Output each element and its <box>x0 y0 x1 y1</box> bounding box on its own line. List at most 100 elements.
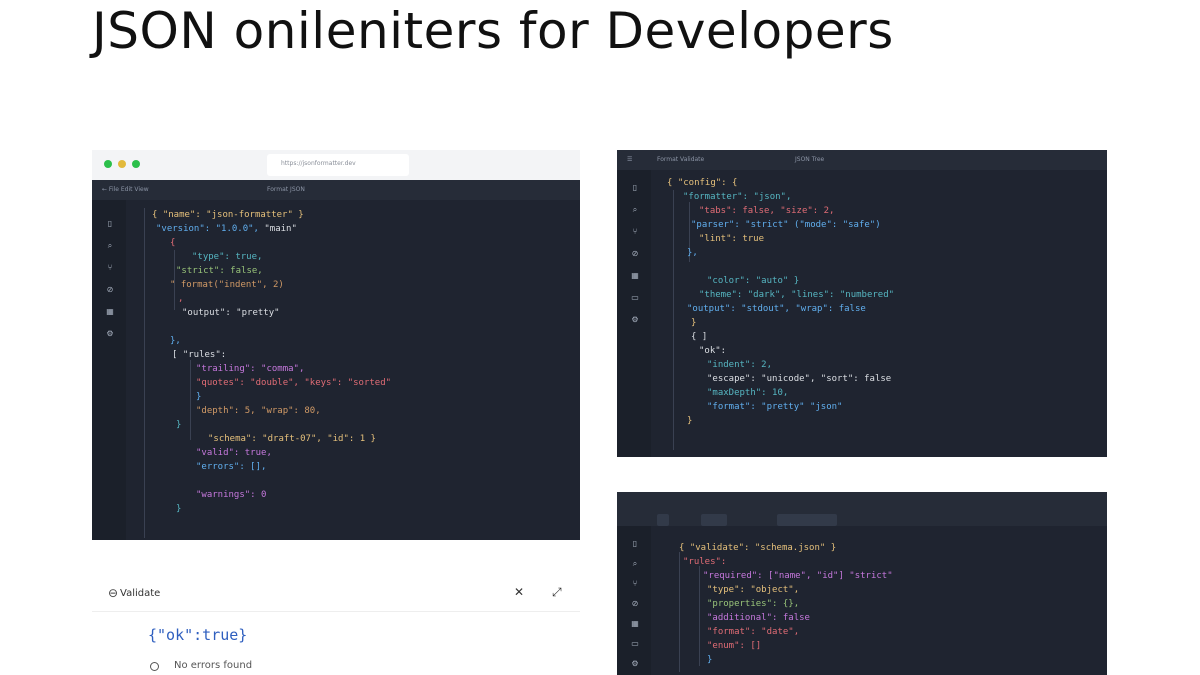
editor-tab[interactable] <box>777 514 837 526</box>
code-token: "warnings": 0 <box>196 490 267 500</box>
code-token: "schema": "draft-07", "id": 1 } <box>208 434 376 444</box>
code-token: "format": "pretty" "json" <box>707 402 843 412</box>
code-line: "quotes": "double", "keys": "sorted" <box>92 376 580 390</box>
toolbar-menu-left[interactable]: Format Validate <box>657 156 704 163</box>
code-line: "lint": true <box>617 232 1107 246</box>
code-token: "color": "auto" } <box>707 276 800 286</box>
code-editor[interactable]: { "validate": "schema.json" } "rules": "re… <box>617 541 1107 667</box>
code-token: , <box>178 294 184 304</box>
code-line: { "config": { <box>617 176 1107 190</box>
code-token: } <box>707 655 713 665</box>
code-line: } <box>617 653 1107 667</box>
code-line: "enum": [] <box>617 639 1107 653</box>
code-line: }, <box>617 246 1107 260</box>
window-minimize-dot[interactable] <box>118 160 126 168</box>
panel-status-text: No errors found <box>174 660 253 671</box>
code-line: "properties": {}, <box>617 597 1107 611</box>
toolbar-menu-right[interactable]: Format JSON <box>267 186 305 193</box>
code-line: "output": "pretty" <box>92 306 580 320</box>
code-line: { "name": "json-formatter" } <box>92 208 580 222</box>
code-token: "tabs": false, "size": 2, <box>699 206 835 216</box>
close-icon[interactable]: ✕ <box>514 585 524 599</box>
code-line: "output": "stdout", "wrap": false <box>617 302 1107 316</box>
editor-window-config: Format Validate JSON Tree ☰ ▯ ⌕ ⑂ ⊘ ▦ ▭ ⚙ { "c… <box>617 150 1107 457</box>
code-line: "theme": "dark", "lines": "numbered" <box>617 288 1107 302</box>
code-token: { "name": "json-formatter" } <box>152 210 304 220</box>
panel-header: ⊖ Validate ✕ ⤢ <box>92 572 580 612</box>
url-bar[interactable]: https://jsonformatter.dev <box>267 154 409 176</box>
editor-toolbar <box>617 492 1107 526</box>
window-maximize-dot[interactable] <box>132 160 140 168</box>
code-token: "additional": false <box>707 613 810 623</box>
code-token: } <box>196 392 202 402</box>
code-token: "type": true, <box>192 252 263 262</box>
code-token: "output": "pretty" <box>182 308 280 318</box>
code-line: "tabs": false, "size": 2, <box>617 204 1107 218</box>
code-line: "trailing": "comma", <box>92 362 580 376</box>
code-token: } <box>176 420 182 430</box>
code-token: "indent": 2, <box>707 360 773 370</box>
toolbar-menu-left[interactable]: ← File Edit View <box>102 186 149 193</box>
code-line: , <box>92 292 580 306</box>
editor-tab[interactable] <box>701 514 727 526</box>
code-line: "strict": false, <box>92 264 580 278</box>
editor-tab[interactable] <box>657 514 669 526</box>
code-token: } <box>687 416 693 426</box>
code-token: }, <box>687 248 698 258</box>
code-token: "properties": {}, <box>707 599 800 609</box>
code-editor[interactable]: { "name": "json-formatter" } "version": "… <box>92 208 580 516</box>
code-line: "type": "object", <box>617 583 1107 597</box>
code-line: { ] <box>617 330 1107 344</box>
code-token: "escape": "unicode", "sort": false <box>707 374 892 384</box>
code-token: "theme": "dark", "lines": "numbered" <box>699 290 895 300</box>
code-line: "warnings": 0 <box>92 488 580 502</box>
code-line: "schema": "draft-07", "id": 1 } <box>92 432 580 446</box>
code-token: { ] <box>691 332 708 342</box>
code-token: "errors": [], <box>196 462 267 472</box>
code-token: } <box>176 504 182 514</box>
code-token: "maxDepth": 10, <box>707 388 789 398</box>
code-token: "depth": 5, "wrap": 80, <box>196 406 321 416</box>
code-token: "parser": "strict" ("mode": "safe") <box>691 220 881 230</box>
code-token: "output": "stdout", "wrap": false <box>687 304 866 314</box>
code-line: } <box>92 502 580 516</box>
editor-toolbar: ← File Edit View Format JSON <box>92 180 580 200</box>
validation-panel: ⊖ Validate ✕ ⤢ {"ok":true} No errors fou… <box>92 572 580 675</box>
expand-icon[interactable]: ⤢ <box>552 585 562 600</box>
code-token: "required": ["name", "id"] "strict" <box>703 571 893 581</box>
code-line: "color": "auto" } <box>617 274 1107 288</box>
code-line: "ok": <box>617 344 1107 358</box>
code-token: "valid": true, <box>196 448 272 458</box>
code-token: "rules": <box>683 557 727 567</box>
toolbar-menu-right[interactable]: JSON Tree <box>795 156 824 163</box>
code-line: } <box>617 414 1107 428</box>
code-line: "additional": false <box>617 611 1107 625</box>
code-editor[interactable]: { "config": { "formatter": "json", "tabs":… <box>617 176 1107 428</box>
url-text: https://jsonformatter.dev <box>281 160 356 167</box>
code-token: } <box>691 318 697 328</box>
code-token: "format": "date", <box>707 627 800 637</box>
code-token: "trailing": "comma", <box>196 364 305 374</box>
code-line: "indent": 2, <box>617 358 1107 372</box>
code-token: "version": "1.0.0", <box>156 224 259 234</box>
code-token: " format("indent", 2) <box>170 280 284 290</box>
window-close-dot[interactable] <box>104 160 112 168</box>
code-token: [ "rules": <box>172 350 227 360</box>
panel-title: Validate <box>120 588 161 599</box>
code-line: "required": ["name", "id"] "strict" <box>617 569 1107 583</box>
menu-icon[interactable]: ☰ <box>627 156 632 163</box>
code-line: } <box>92 390 580 404</box>
code-line: [ "rules": <box>92 348 580 362</box>
code-line: }, <box>92 334 580 348</box>
code-line: "parser": "strict" ("mode": "safe") <box>617 218 1107 232</box>
code-token: "enum": [] <box>707 641 762 651</box>
code-line: "formatter": "json", <box>617 190 1107 204</box>
code-line: " format("indent", 2) <box>92 278 580 292</box>
code-line: "escape": "unicode", "sort": false <box>617 372 1107 386</box>
code-token: { "config": { <box>667 178 738 188</box>
code-line: "format": "date", <box>617 625 1107 639</box>
code-token: "ok": <box>699 346 727 356</box>
